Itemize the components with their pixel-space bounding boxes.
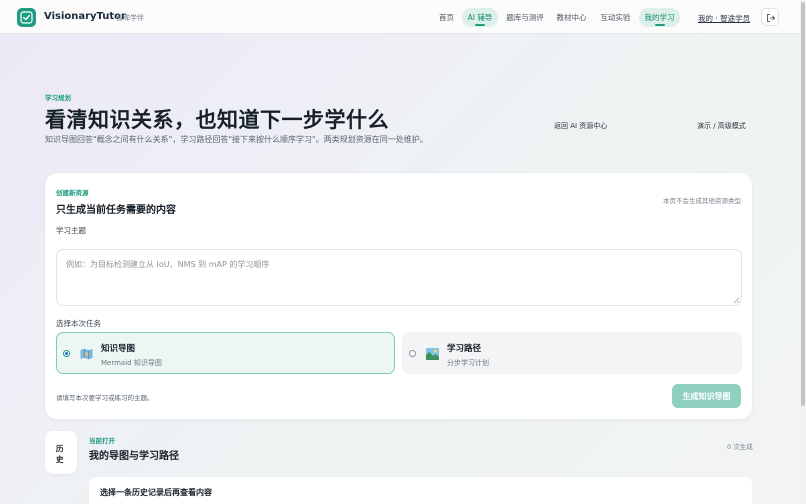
create-title: 只生成当前任务需要的内容 xyxy=(56,205,176,216)
create-note: 本页不会生成其他资源类型 xyxy=(663,197,741,205)
option-subtitle: Mermaid 知识导图 xyxy=(101,359,162,367)
history-title: 我的导图与学习路径 xyxy=(89,451,179,462)
nav-textbook-center[interactable]: 教材中心 xyxy=(553,8,590,27)
map-icon xyxy=(80,348,93,360)
task-label: 选择本次任务 xyxy=(56,319,101,328)
generation-count: 0 次生成 xyxy=(727,443,753,451)
nav-my-learning[interactable]: 我的学习 xyxy=(639,8,680,27)
nav-home[interactable]: 首页 xyxy=(434,8,459,27)
nav-question-bank[interactable]: 题库与测评 xyxy=(503,8,547,27)
radio-knowledge-map[interactable] xyxy=(63,350,70,357)
resize-grip-icon[interactable] xyxy=(733,297,740,304)
task-option-knowledge-map[interactable]: 知识导图 Mermaid 知识导图 xyxy=(56,332,395,374)
page-scrollbar[interactable] xyxy=(800,0,806,504)
hero-description: 知识导图回答"概念之间有什么关系"，学习路径回答"接下来按什么顺序学习"。两类规… xyxy=(45,135,428,144)
nav-interactive-lab[interactable]: 互动实验 xyxy=(597,8,634,27)
user-profile-link[interactable]: 我的 · 智途学员 xyxy=(698,13,750,24)
history-tab-char: 史 xyxy=(56,455,64,464)
scrollbar-thumb[interactable] xyxy=(801,2,805,406)
radio-learning-path[interactable] xyxy=(409,350,416,357)
nav-my-learning-label: 我的学习 xyxy=(644,13,675,22)
page-title: 看清知识关系，也知道下一步学什么 xyxy=(45,108,389,132)
landscape-icon xyxy=(426,348,439,360)
history-toggle-button[interactable]: 历 史 xyxy=(45,431,77,474)
create-resource-card: 创建新资源 只生成当前任务需要的内容 本页不会生成其他资源类型 学习主题 选择本… xyxy=(45,173,752,419)
nav-ai-tutoring-label: AI 辅导 xyxy=(467,13,493,22)
brand-subtitle: 智眸学伴 xyxy=(116,14,144,22)
hero-eyebrow: 学习规划 xyxy=(45,94,71,102)
option-title: 知识导图 xyxy=(101,344,136,354)
logout-button[interactable] xyxy=(761,8,779,26)
back-to-resource-center-link[interactable]: 返回 AI 资源中心 xyxy=(554,121,607,131)
brand-name[interactable]: VisionaryTutor xyxy=(44,11,126,22)
logout-icon xyxy=(767,14,776,22)
topic-label: 学习主题 xyxy=(56,226,86,235)
history-content-panel: 选择一条历史记录后再查看内容 xyxy=(89,477,752,504)
nav-ai-tutoring[interactable]: AI 辅导 xyxy=(462,8,498,27)
option-title: 学习路径 xyxy=(447,344,482,354)
create-eyebrow: 创建新资源 xyxy=(56,189,89,197)
history-tab-char: 历 xyxy=(56,444,64,453)
topic-input[interactable] xyxy=(56,249,742,306)
history-eyebrow: 当前打开 xyxy=(89,437,115,445)
nav-active-indicator xyxy=(654,24,665,26)
task-option-learning-path[interactable]: 学习路径 分步学习计划 xyxy=(402,332,742,374)
mode-toggle-link[interactable]: 演示 / 高级模式 xyxy=(697,121,746,131)
brand-logo-icon[interactable] xyxy=(17,8,36,27)
option-subtitle: 分步学习计划 xyxy=(447,359,489,367)
history-empty-message: 选择一条历史记录后再查看内容 xyxy=(100,488,212,497)
form-hint: 请填写本次要学习或练习的主题。 xyxy=(56,394,154,402)
nav-active-indicator xyxy=(475,24,485,26)
generate-knowledge-map-button[interactable]: 生成知识导图 xyxy=(672,384,741,408)
top-navbar: VisionaryTutor 智眸学伴 首页 AI 辅导 题库与测评 教材中心 … xyxy=(0,0,800,34)
